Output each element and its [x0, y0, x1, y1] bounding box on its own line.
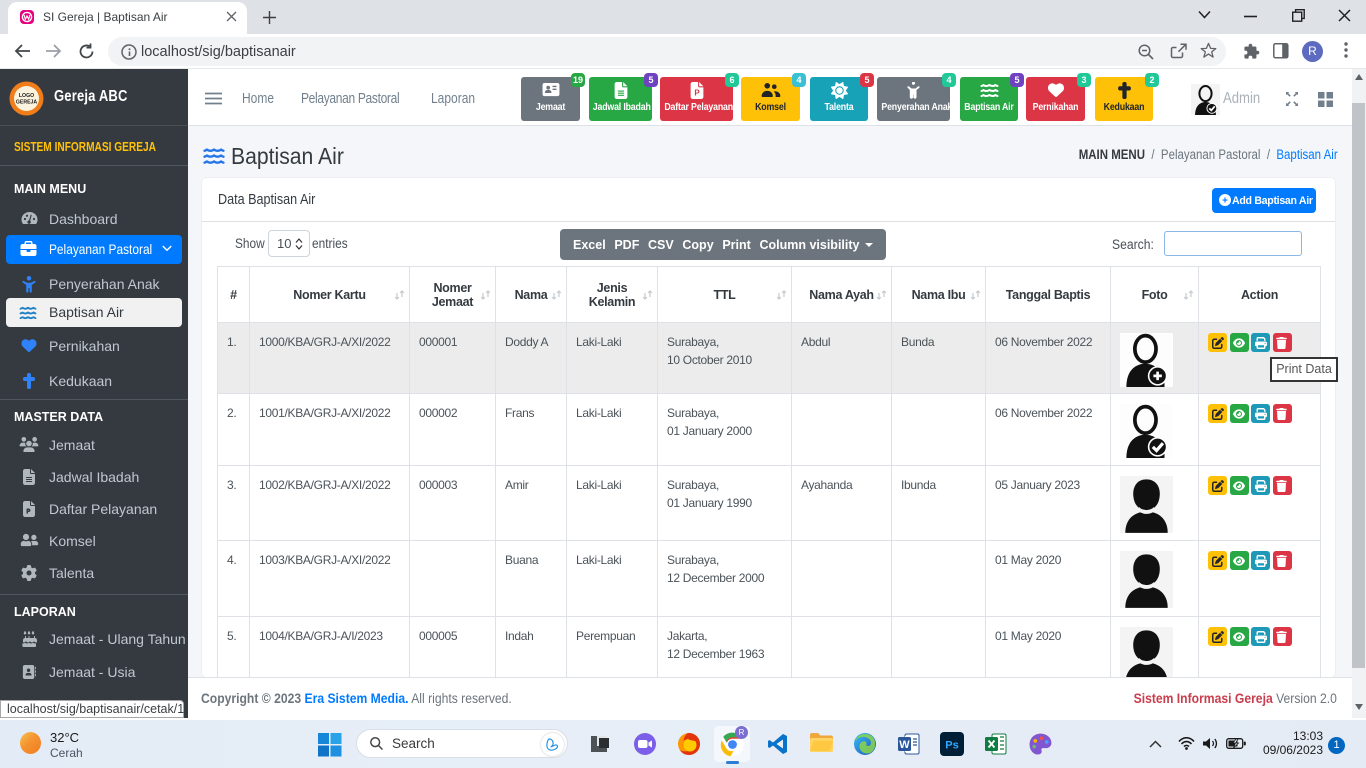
svg-text:W: W [899, 739, 910, 751]
svg-text:GEREJA: GEREJA [16, 100, 38, 106]
svg-text:P: P [694, 88, 700, 97]
svg-text:Ps: Ps [945, 740, 958, 752]
svg-text:LOGO: LOGO [19, 93, 34, 99]
